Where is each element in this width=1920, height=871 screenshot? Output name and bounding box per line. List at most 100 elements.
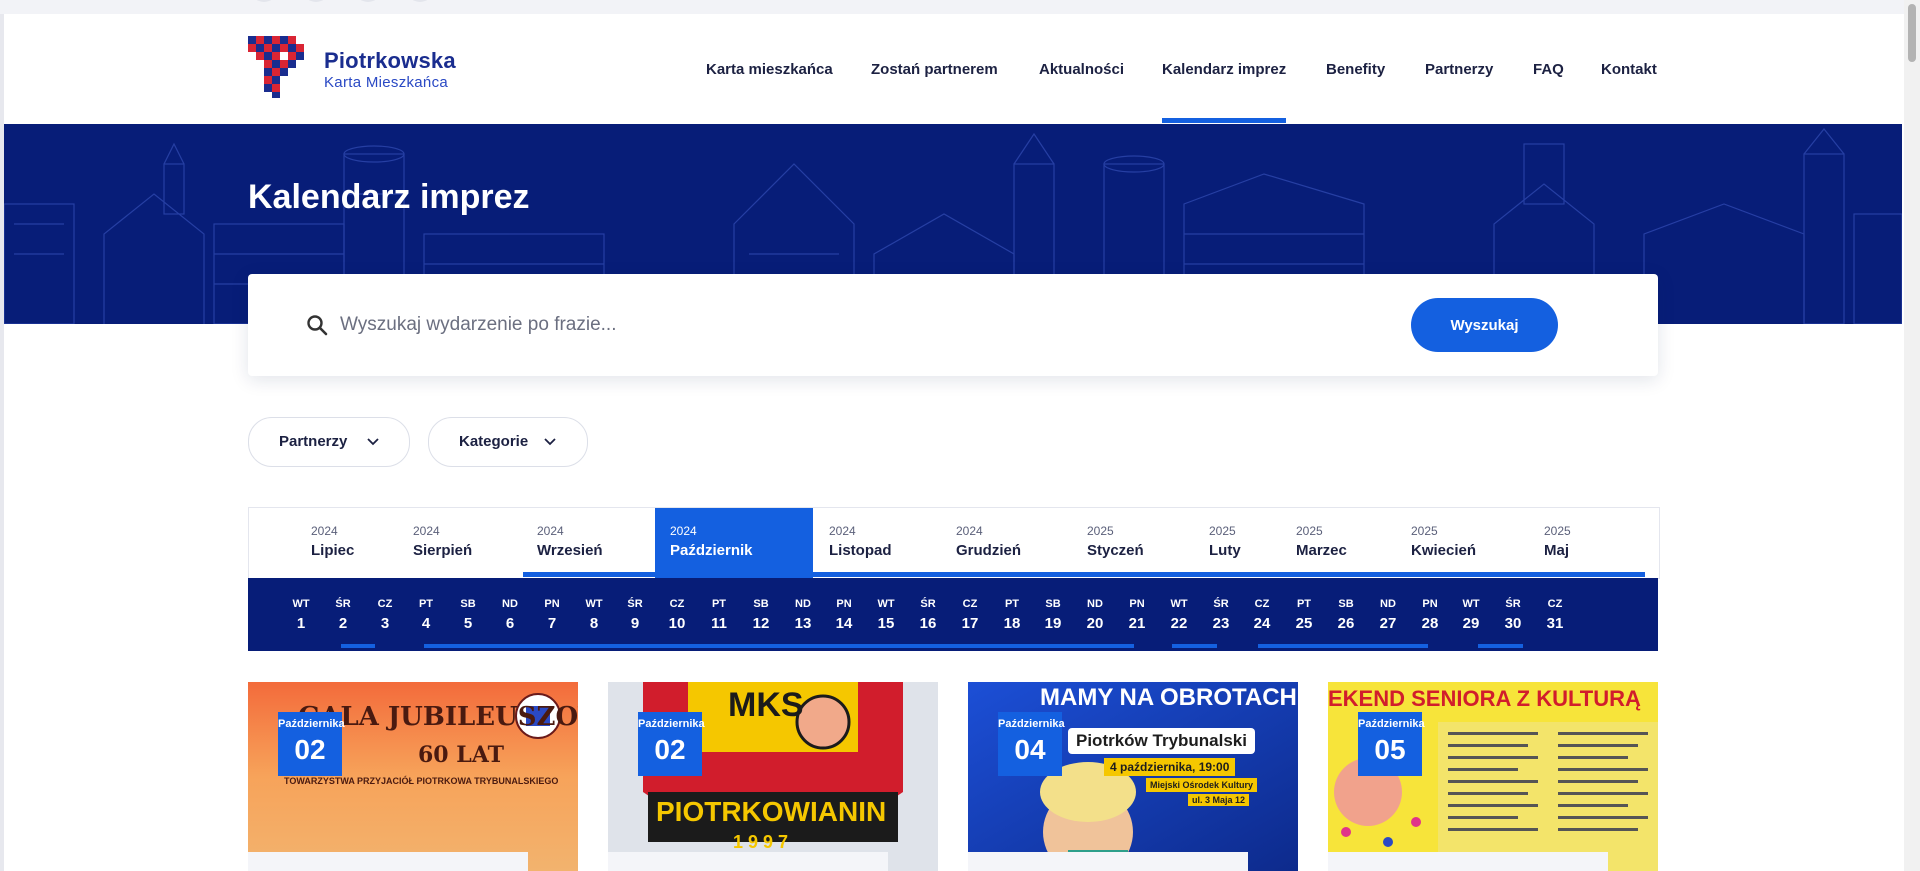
month-name: Wrzesień [537, 542, 603, 559]
nav-item-kontakt[interactable]: Kontakt [1601, 61, 1657, 78]
day-of-week: ŚR [1213, 598, 1229, 610]
nav-item-kalendarz-imprez[interactable]: Kalendarz imprez [1162, 61, 1286, 78]
day-cell[interactable]: ND 13 [786, 578, 820, 651]
event-day: 05 [1374, 734, 1406, 765]
nav-item-aktualnosci[interactable]: Aktualności [1039, 61, 1124, 78]
month-tab-kwiecien[interactable]: 2025 Kwiecień [1399, 508, 1499, 578]
day-number: 2 [338, 615, 348, 632]
day-cell[interactable]: PT 11 [702, 578, 736, 651]
day-cell[interactable]: ND 6 [493, 578, 527, 651]
search-button[interactable]: Wyszukaj [1411, 298, 1558, 352]
day-number: 5 [463, 615, 473, 632]
day-number: 22 [1170, 615, 1188, 632]
month-tab-pazdziernik[interactable]: 2024 Październik [655, 508, 813, 578]
card-image-title: MAMY NA OBROTACH [1040, 684, 1297, 711]
day-cell[interactable]: WT 1 [284, 578, 318, 651]
card-image-address: ul. 3 Maja 12 [1188, 794, 1250, 806]
month-tab-listopad[interactable]: 2024 Listopad [815, 508, 933, 578]
event-month: Października [998, 718, 1065, 730]
day-cell[interactable]: CZ 24 [1245, 578, 1279, 651]
day-cell[interactable]: WT 29 [1454, 578, 1488, 651]
day-cell[interactable]: ŚR 23 [1204, 578, 1238, 651]
day-cell[interactable]: ND 27 [1371, 578, 1405, 651]
day-cell[interactable]: WT 8 [577, 578, 611, 651]
day-cell[interactable]: ŚR 16 [911, 578, 945, 651]
month-tab-marzec[interactable]: 2025 Marzec [1284, 508, 1374, 578]
nav-item-partnerzy[interactable]: Partnerzy [1425, 61, 1493, 78]
card-image-title: EKEND SENIORA Z KULTURĄ [1328, 686, 1641, 711]
event-card[interactable]: GALA JUBILEUSZOWA 60 LAT TOWARZYSTWA PRZ… [248, 682, 578, 871]
day-of-week: WT [585, 598, 603, 610]
day-cell[interactable]: CZ 31 [1538, 578, 1572, 651]
card-image-caption: 1 9 9 7 [733, 832, 789, 852]
search-input[interactable] [338, 304, 1342, 346]
day-of-week: PT [1004, 598, 1020, 610]
month-tab-luty[interactable]: 2025 Luty [1197, 508, 1267, 578]
day-cell[interactable]: SB 5 [451, 578, 485, 651]
nav-item-benefity[interactable]: Benefity [1326, 61, 1385, 78]
day-number: 13 [794, 615, 812, 632]
nav-item-zostan-partnerem[interactable]: Zostań partnerem [871, 61, 998, 78]
event-card[interactable]: MKS PIOTRKOWIANIN 1 9 9 7 Października 0… [608, 682, 938, 871]
nav-item-karta-mieszkanca[interactable]: Karta mieszkańca [706, 61, 833, 78]
day-cell[interactable]: PN 21 [1120, 578, 1154, 651]
day-cell[interactable]: ŚR 2 [326, 578, 360, 651]
day-number: 29 [1462, 615, 1480, 632]
month-name: Sierpień [413, 542, 473, 559]
month-name: Styczeń [1087, 542, 1144, 559]
month-tab-grudzien[interactable]: 2024 Grudzień [944, 508, 1064, 578]
day-cell[interactable]: CZ 3 [368, 578, 402, 651]
filter-kategorie[interactable]: Kategorie [428, 417, 588, 467]
day-cell[interactable]: SB 26 [1329, 578, 1363, 651]
day-cell[interactable]: ND 20 [1078, 578, 1112, 651]
month-tab-styczen[interactable]: 2025 Styczeń [1075, 508, 1185, 578]
event-day: 04 [1014, 734, 1046, 765]
day-cell[interactable]: SB 12 [744, 578, 778, 651]
browser-top-strip [0, 0, 1920, 14]
day-number: 14 [835, 615, 853, 632]
event-card[interactable]: EKEND SENIORA Z KULTURĄ Października 05 [1328, 682, 1658, 871]
month-year: 2024 [956, 524, 983, 538]
month-tab-wrzesien[interactable]: 2024 Wrzesień [525, 508, 645, 578]
day-of-week: CZ [1547, 598, 1563, 610]
day-cell[interactable]: PN 28 [1413, 578, 1447, 651]
day-cell[interactable]: PN 14 [827, 578, 861, 651]
day-of-week: ND [1087, 598, 1103, 610]
day-cell[interactable]: PT 25 [1287, 578, 1321, 651]
day-of-week: SB [1045, 598, 1061, 610]
day-cell[interactable]: SB 19 [1036, 578, 1070, 651]
month-name: Lipiec [311, 542, 355, 559]
top-decoration [250, 0, 278, 2]
day-cell[interactable]: WT 22 [1162, 578, 1196, 651]
page-scrollbar[interactable] [1904, 0, 1920, 871]
day-number: 15 [877, 615, 895, 632]
day-of-week: WT [877, 598, 895, 610]
day-cell[interactable]: CZ 10 [660, 578, 694, 651]
month-year: 2025 [1296, 524, 1323, 538]
month-tab-lipiec[interactable]: 2024 Lipiec [299, 508, 394, 578]
day-cell[interactable]: CZ 17 [953, 578, 987, 651]
month-tab-maj[interactable]: 2025 Maj [1532, 508, 1612, 578]
month-tab-sierpien[interactable]: 2024 Sierpień [401, 508, 511, 578]
day-cell[interactable]: PT 4 [409, 578, 443, 651]
day-number: 30 [1504, 615, 1522, 632]
scrollbar-thumb[interactable] [1908, 4, 1916, 62]
day-cell[interactable]: ŚR 30 [1496, 578, 1530, 651]
day-number: 19 [1044, 615, 1062, 632]
event-card[interactable]: MAMY NA OBROTACH Piotrków Trybunalski 4 … [968, 682, 1298, 871]
event-day: 02 [654, 734, 686, 765]
nav-item-faq[interactable]: FAQ [1533, 61, 1564, 78]
day-of-week: WT [1170, 598, 1188, 610]
month-name: Kwiecień [1411, 542, 1477, 559]
top-decoration [406, 0, 434, 2]
day-of-week: ND [1380, 598, 1396, 610]
month-year: 2024 [537, 524, 564, 538]
day-cell[interactable]: ŚR 9 [618, 578, 652, 651]
day-of-week: SB [753, 598, 769, 610]
filter-partnerzy[interactable]: Partnerzy [248, 417, 410, 467]
day-of-week: ŚR [1505, 598, 1521, 610]
card-image-title: MKS [728, 686, 804, 724]
day-cell[interactable]: WT 15 [869, 578, 903, 651]
day-cell[interactable]: PT 18 [995, 578, 1029, 651]
day-cell[interactable]: PN 7 [535, 578, 569, 651]
